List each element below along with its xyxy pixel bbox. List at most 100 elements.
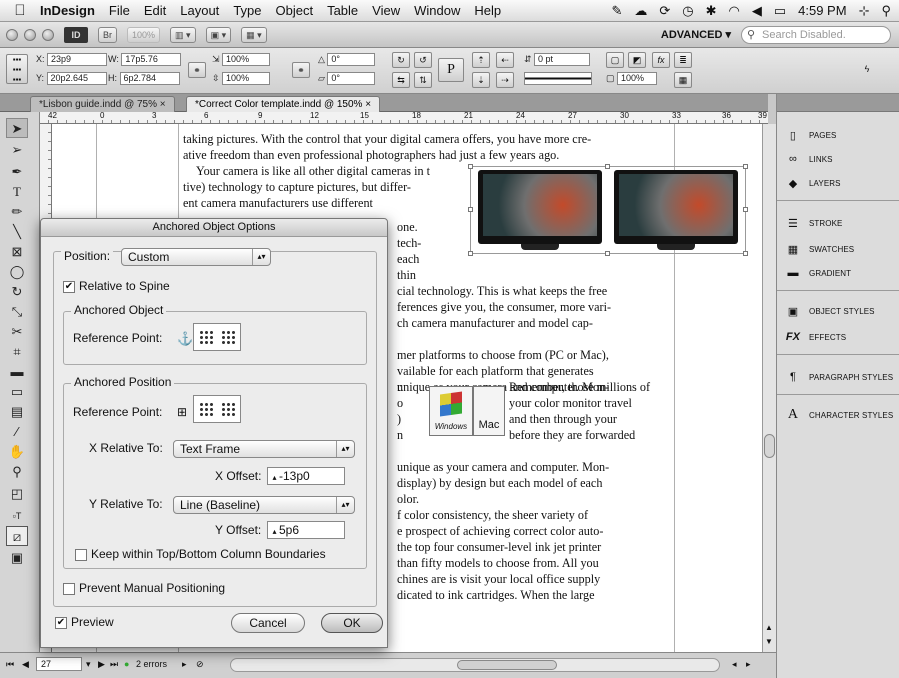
resize-handle[interactable]: [468, 164, 473, 169]
screen-mode-button[interactable]: ▣ ▾: [205, 26, 232, 43]
menu-type[interactable]: Type: [233, 3, 261, 18]
y-relative-to-select[interactable]: Line (Baseline) ▴▾: [173, 496, 355, 514]
preflight-menu-icon[interactable]: ▸: [182, 659, 187, 670]
stroke-type-select[interactable]: [524, 72, 592, 85]
preflight-errors[interactable]: 2 errors: [136, 659, 167, 669]
zoom-level-select[interactable]: 100%: [127, 26, 161, 43]
direct-selection-tool-icon[interactable]: ➢: [6, 140, 28, 160]
body-text-line[interactable]: vailable for each platform that generate…: [397, 364, 594, 380]
menu-layout[interactable]: Layout: [180, 3, 219, 18]
ok-button[interactable]: OK: [321, 613, 383, 633]
stepper-icon[interactable]: ▴: [270, 470, 279, 486]
opacity-field[interactable]: 100%: [617, 72, 658, 85]
selection-tool-icon[interactable]: ➤: [6, 118, 28, 138]
scroll-right-icon[interactable]: ▸: [746, 659, 751, 670]
body-text-line[interactable]: thin: [397, 268, 416, 284]
body-text-line[interactable]: dicated to ink cartridges. When the larg…: [397, 588, 595, 604]
fitting-icon[interactable]: ▢: [606, 52, 624, 68]
body-text-line[interactable]: olor.: [397, 492, 419, 508]
screen-mode-icon[interactable]: ▣: [6, 548, 28, 568]
rotate-ccw-icon[interactable]: ↺: [414, 52, 432, 68]
formatting-affects-icon[interactable]: ▫T: [6, 506, 28, 526]
menu-object[interactable]: Object: [276, 3, 314, 18]
select-previous-icon[interactable]: ⇠: [496, 52, 514, 68]
panel-object-styles[interactable]: ▣ OBJECT STYLES: [785, 300, 897, 322]
panel-links[interactable]: ∞ LINKS: [785, 148, 897, 170]
relative-to-spine-checkbox[interactable]: ✔: [63, 281, 75, 293]
resize-handle[interactable]: [605, 164, 610, 169]
scale-tool-icon[interactable]: ⤡: [6, 302, 28, 322]
text-wrap-around-icon[interactable]: ▦: [674, 72, 692, 88]
constrain-scale-icon[interactable]: ⚭: [292, 62, 310, 78]
spotlight-icon[interactable]: ⚲: [881, 3, 891, 19]
stroke-weight-field[interactable]: 0 pt: [534, 53, 591, 66]
tv-image-right[interactable]: [614, 170, 738, 250]
anchored-position-reference-point[interactable]: [193, 395, 241, 423]
panel-paragraph-styles[interactable]: ¶ PARAGRAPH STYLES: [785, 366, 897, 388]
body-text-line[interactable]: Remember, those millions of: [509, 380, 650, 396]
cancel-button[interactable]: Cancel: [231, 613, 305, 633]
preview-label[interactable]: Preview: [71, 615, 114, 629]
user-icon[interactable]: ⊹: [859, 3, 870, 19]
body-text-line[interactable]: the top four consumer-level ink jet prin…: [397, 540, 601, 556]
pen-tool-icon[interactable]: ✒: [6, 162, 28, 182]
apple-menu-icon[interactable]: : [0, 2, 40, 19]
keep-within-checkbox[interactable]: [75, 549, 87, 561]
body-text-line[interactable]: unique as your camera and computer. Mon-: [397, 460, 609, 476]
resize-handle[interactable]: [743, 164, 748, 169]
type-tool-icon[interactable]: T: [6, 182, 28, 202]
app-menu[interactable]: InDesign: [40, 3, 95, 18]
close-tab-icon[interactable]: ×: [160, 99, 166, 110]
body-text-line[interactable]: display) by design but each model of eac…: [397, 476, 602, 492]
scroll-thumb[interactable]: [764, 434, 775, 458]
body-text-line[interactable]: your color monitor travel: [509, 396, 632, 412]
cloud-icon[interactable]: ☁: [634, 3, 647, 19]
scale-y-field[interactable]: 100%: [222, 72, 271, 85]
body-text-fragment[interactable]: n: [397, 428, 403, 444]
battery-icon[interactable]: ▭: [774, 3, 786, 19]
body-text-line[interactable]: ch camera manufacturer and model cap-: [397, 316, 593, 332]
prevent-manual-positioning-label[interactable]: Prevent Manual Positioning: [79, 581, 225, 595]
anchored-object-reference-point[interactable]: [193, 323, 241, 351]
body-text-line[interactable]: and then through your: [509, 412, 617, 428]
keep-within-label[interactable]: Keep within Top/Bottom Column Boundaries: [91, 547, 326, 561]
tab-lisbon-guide[interactable]: *Lisbon guide.indd @ 75% ×: [30, 96, 175, 112]
flip-horizontal-icon[interactable]: ⇆: [392, 72, 410, 88]
panel-effects[interactable]: fx EFFECTS: [785, 326, 897, 348]
body-text-line[interactable]: cial technology. This is what keeps the …: [397, 284, 607, 300]
body-text-line[interactable]: each: [397, 252, 419, 268]
view-options-button[interactable]: ▥ ▾: [170, 26, 196, 43]
text-wrap-icon[interactable]: ≣: [674, 52, 692, 68]
x-relative-to-select[interactable]: Text Frame ▴▾: [173, 440, 355, 458]
body-text-fragment[interactable]: ): [397, 412, 401, 428]
dialog-title[interactable]: Anchored Object Options: [41, 219, 387, 237]
resize-handle[interactable]: [468, 251, 473, 256]
menu-file[interactable]: File: [109, 3, 130, 18]
workspace-switcher[interactable]: ADVANCED ▾: [661, 28, 731, 41]
mac-logo-image[interactable]: Mac: [473, 386, 505, 436]
previous-page-icon[interactable]: ◀: [22, 659, 29, 670]
effects-fx-icon[interactable]: fx: [652, 52, 670, 68]
menu-table[interactable]: Table: [327, 3, 358, 18]
help-search-field[interactable]: ⚲ Search Disabled.: [741, 25, 891, 44]
panel-stroke[interactable]: ☰ STROKE: [785, 212, 897, 234]
body-text-line[interactable]: chines are is visit your local office su…: [397, 572, 600, 588]
sync-icon[interactable]: ⟳: [659, 3, 670, 19]
x-offset-field[interactable]: ▴ -13p0: [267, 467, 345, 485]
wifi-icon[interactable]: ◠: [729, 3, 740, 19]
arrange-documents-button[interactable]: ▦ ▾: [241, 26, 267, 43]
body-text-line[interactable]: e prospect of achieving correct color au…: [397, 524, 603, 540]
zoom-tool-icon[interactable]: ⚲: [6, 462, 28, 482]
flip-vertical-icon[interactable]: ⇅: [414, 72, 432, 88]
minimize-window-button[interactable]: [24, 28, 36, 41]
drop-shadow-icon[interactable]: ◩: [628, 52, 646, 68]
content-indicator-icon[interactable]: P: [438, 58, 464, 82]
free-transform-tool-icon[interactable]: ⌗: [6, 342, 28, 362]
windows-logo-image[interactable]: Windows: [429, 386, 473, 436]
close-window-button[interactable]: [6, 28, 18, 41]
panel-character-styles[interactable]: A CHARACTER STYLES: [785, 404, 897, 426]
panel-swatches[interactable]: ▦ SWATCHES: [785, 238, 897, 260]
close-tab-icon[interactable]: ×: [365, 99, 371, 110]
scroll-up-icon[interactable]: ▲: [765, 623, 773, 632]
tv-image-left[interactable]: [478, 170, 602, 250]
